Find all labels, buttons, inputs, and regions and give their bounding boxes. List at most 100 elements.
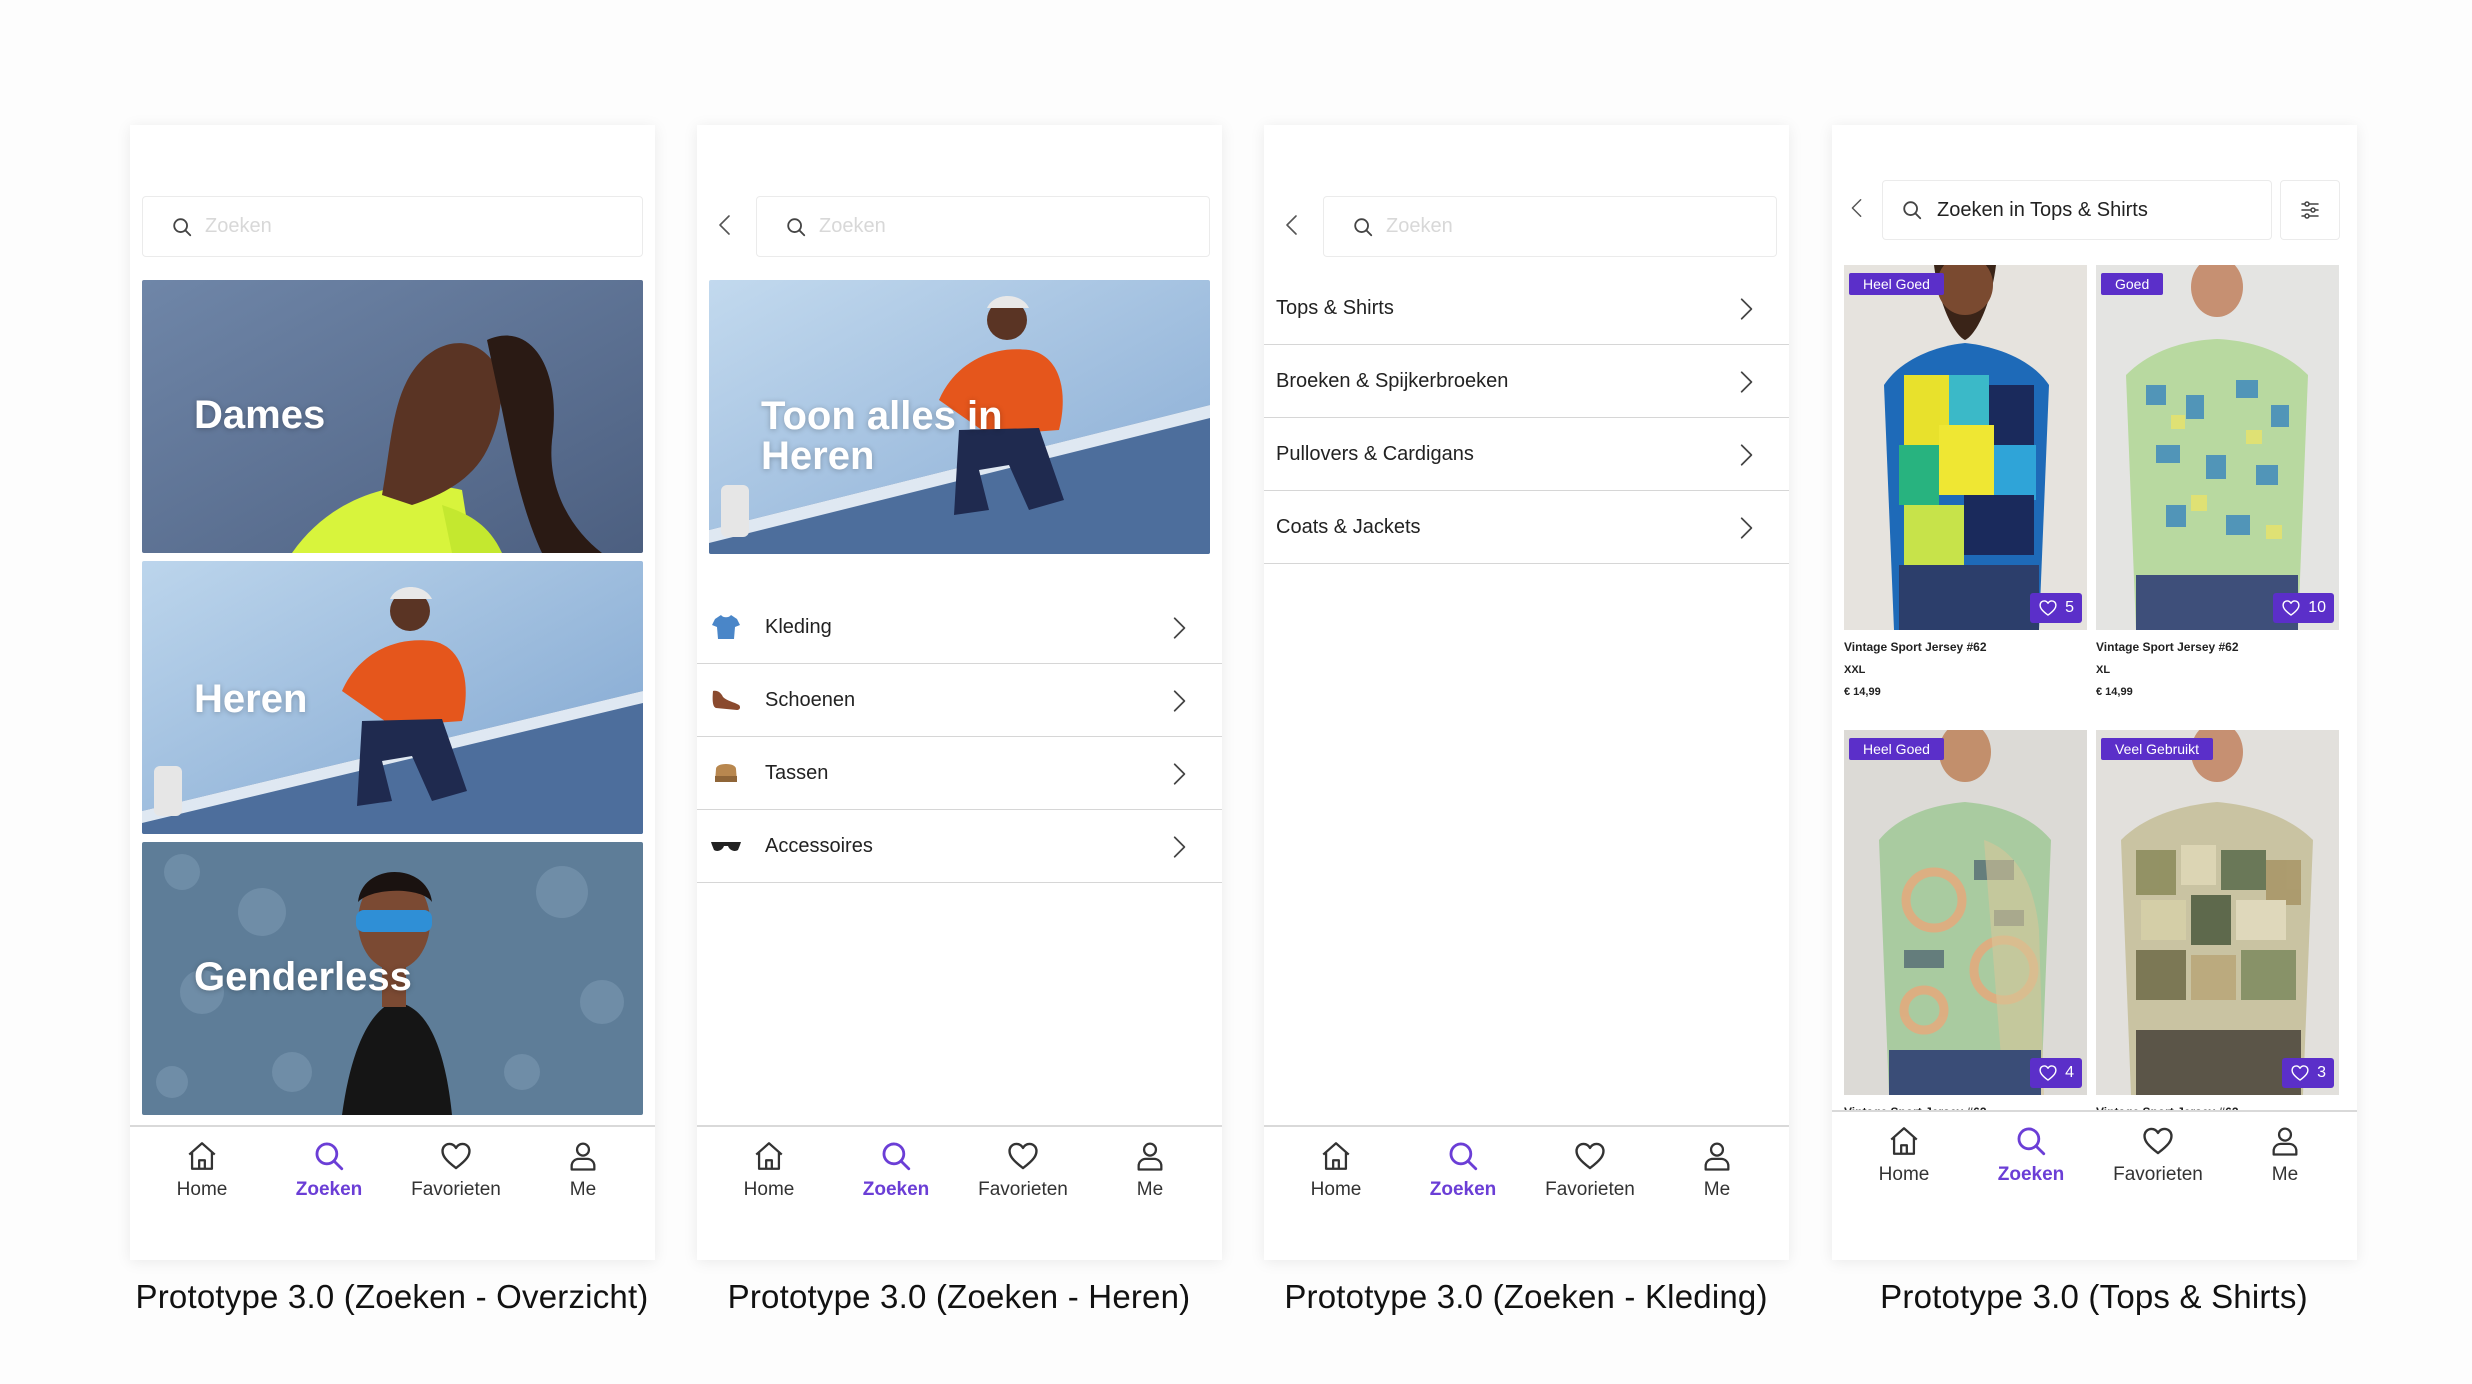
nav-favorites-label: Favorieten — [1545, 1179, 1635, 1200]
row-label: Broeken & Spijkerbroeken — [1276, 369, 1509, 392]
search-icon — [785, 216, 807, 238]
like-count: 10 — [2308, 599, 2326, 616]
category-row-schoenen[interactable]: Schoenen — [697, 664, 1222, 737]
search-icon — [171, 216, 193, 238]
nav-home[interactable]: Home — [142, 1127, 262, 1260]
heart-icon — [2141, 1124, 2175, 1158]
subcategory-row-tops-shirts[interactable]: Tops & Shirts — [1264, 272, 1789, 345]
back-button[interactable] — [1837, 188, 1877, 228]
heart-icon — [2038, 598, 2058, 618]
search-input[interactable]: Zoeken in Tops & Shirts — [1882, 180, 2272, 240]
tile-label: Genderless — [194, 955, 412, 999]
category-row-tassen[interactable]: Tassen — [697, 737, 1222, 810]
subcategory-row-broeken[interactable]: Broeken & Spijkerbroeken — [1264, 345, 1789, 418]
subcategory-row-pullovers[interactable]: Pullovers & Cardigans — [1264, 418, 1789, 491]
nav-favorites[interactable]: Favorieten — [2098, 1112, 2218, 1260]
nav-home-label: Home — [176, 1179, 228, 1200]
nav-home[interactable]: Home — [709, 1127, 829, 1260]
nav-search[interactable]: Zoeken — [836, 1127, 956, 1260]
nav-me[interactable]: Me — [2225, 1112, 2345, 1260]
product-price: € 14,99 — [1844, 686, 1881, 698]
caption-kleding: Prototype 3.0 (Zoeken - Kleding) — [1284, 1278, 1768, 1315]
product-size: XL — [2096, 664, 2111, 676]
product-card[interactable]: Goed 10 Vintage Sport Jersey #62 XL € 14… — [2096, 265, 2339, 698]
chevron-left-icon — [713, 210, 737, 240]
row-label: Schoenen — [765, 688, 856, 711]
product-size: XXL — [1844, 664, 1866, 676]
product-image: Heel Goed 4 — [1844, 730, 2087, 1095]
subcategory-row-coats[interactable]: Coats & Jackets — [1264, 491, 1789, 564]
nav-me[interactable]: Me — [1090, 1127, 1210, 1260]
shoe-icon — [709, 686, 743, 714]
row-label: Tassen — [765, 761, 829, 784]
product-card[interactable]: Heel Goed 4 Vintage Sport Jersey #62 — [1844, 730, 2087, 1119]
nav-search-label: Zoeken — [1997, 1164, 2065, 1185]
back-button[interactable] — [1272, 205, 1312, 245]
heart-icon — [2290, 1063, 2310, 1083]
nav-home-label: Home — [1310, 1179, 1362, 1200]
nav-favorites-label: Favorieten — [411, 1179, 501, 1200]
like-button[interactable]: 10 — [2273, 593, 2334, 623]
search-icon — [1446, 1139, 1480, 1173]
user-icon — [2268, 1124, 2302, 1158]
nav-me-label: Me — [569, 1179, 597, 1200]
nav-favorites-label: Favorieten — [978, 1179, 1068, 1200]
nav-favorites-label: Favorieten — [2113, 1164, 2203, 1185]
back-button[interactable] — [705, 205, 745, 245]
product-image: Veel Gebruikt 3 — [2096, 730, 2339, 1095]
caption-tops-shirts: Prototype 3.0 (Tops & Shirts) — [1880, 1278, 2308, 1315]
nav-home-label: Home — [1878, 1164, 1930, 1185]
nav-search[interactable]: Zoeken — [269, 1127, 389, 1260]
nav-search-label: Zoeken — [862, 1179, 930, 1200]
row-label: Coats & Jackets — [1276, 515, 1421, 538]
like-count: 4 — [2065, 1064, 2074, 1081]
filter-icon — [2298, 198, 2322, 222]
search-icon — [1352, 216, 1374, 238]
nav-search[interactable]: Zoeken — [1971, 1112, 2091, 1260]
chevron-right-icon — [1733, 294, 1759, 324]
like-count: 3 — [2317, 1064, 2326, 1081]
search-icon — [879, 1139, 913, 1173]
hero-line-2: Heren — [761, 434, 875, 478]
nav-me-label: Me — [2271, 1164, 2299, 1185]
like-button[interactable]: 5 — [2030, 593, 2082, 623]
category-row-kleding[interactable]: Kleding — [697, 591, 1222, 664]
like-button[interactable]: 3 — [2282, 1058, 2334, 1088]
search-icon — [1901, 199, 1923, 221]
category-tile-dames[interactable]: Dames — [142, 280, 643, 553]
nav-home[interactable]: Home — [1276, 1127, 1396, 1260]
chevron-right-icon — [1166, 613, 1192, 643]
nav-favorites[interactable]: Favorieten — [396, 1127, 516, 1260]
nav-search[interactable]: Zoeken — [1403, 1127, 1523, 1260]
product-card[interactable]: Veel Gebruikt 3 Vintage Sport Jersey #62 — [2096, 730, 2339, 1119]
chevron-right-icon — [1733, 440, 1759, 470]
category-tile-genderless[interactable]: Genderless — [142, 842, 643, 1115]
search-icon — [312, 1139, 346, 1173]
category-tile-heren[interactable]: Heren — [142, 561, 643, 834]
phone-screen-overview: Zoeken Dames Heren Genderless Home Zoeke… — [130, 125, 655, 1260]
like-button[interactable]: 4 — [2030, 1058, 2082, 1088]
filter-button[interactable] — [2280, 180, 2340, 240]
home-icon — [1887, 1124, 1921, 1158]
product-image: Goed 10 — [2096, 265, 2339, 630]
nav-me[interactable]: Me — [523, 1127, 643, 1260]
search-input[interactable]: Zoeken — [1323, 196, 1777, 257]
search-input[interactable]: Zoeken — [756, 196, 1210, 257]
nav-favorites[interactable]: Favorieten — [963, 1127, 1083, 1260]
search-input[interactable]: Zoeken — [142, 196, 643, 257]
nav-home-label: Home — [743, 1179, 795, 1200]
show-all-heren-tile[interactable]: Toon alles in Heren — [709, 280, 1210, 554]
phone-screen-kleding: Zoeken Tops & Shirts Broeken & Spijkerbr… — [1264, 125, 1789, 1260]
nav-favorites[interactable]: Favorieten — [1530, 1127, 1650, 1260]
chevron-right-icon — [1166, 759, 1192, 789]
category-row-accessoires[interactable]: Accessoires — [697, 810, 1222, 883]
caption-overview: Prototype 3.0 (Zoeken - Overzicht) — [135, 1278, 649, 1315]
search-placeholder: Zoeken — [819, 215, 886, 237]
nav-search-label: Zoeken — [295, 1179, 363, 1200]
product-name: Vintage Sport Jersey #62 — [2096, 640, 2239, 654]
product-card[interactable]: Heel Goed 5 Vintage Sport Jersey #62 XXL… — [1844, 265, 2087, 698]
heart-icon — [439, 1139, 473, 1173]
nav-me[interactable]: Me — [1657, 1127, 1777, 1260]
nav-home[interactable]: Home — [1844, 1112, 1964, 1260]
hero-line-1: Toon alles in — [761, 394, 1003, 438]
